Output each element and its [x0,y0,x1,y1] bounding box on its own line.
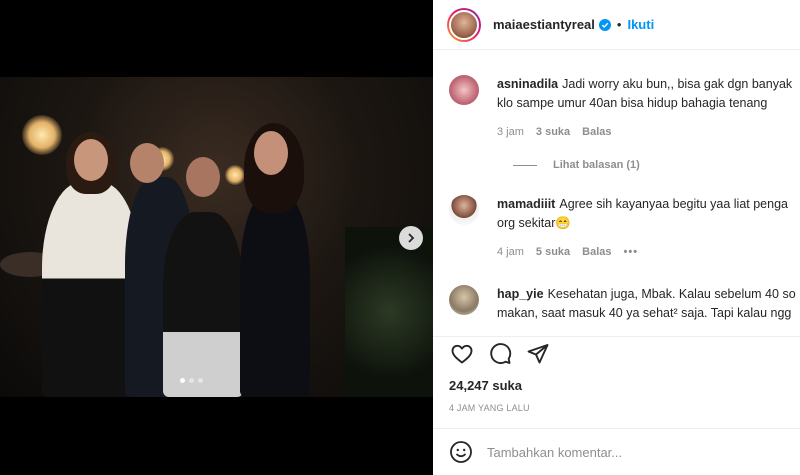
replies-divider [513,164,537,166]
comment-meta: 4 jam 5 suka Balas ••• [497,246,638,258]
author-avatar[interactable] [447,7,481,42]
comment-line: Jadi worry aku bun,, bisa gak dgn banyak [562,77,793,91]
comment-text: mamadiiit Agree sih kayanyaa begitu yaa l… [497,195,800,233]
post-header: maiaestiantyreal • Ikuti [433,0,800,50]
like-button[interactable] [449,341,475,367]
plant [345,227,433,397]
author-username[interactable]: maiaestiantyreal [493,17,595,32]
comment-time[interactable]: 4 jam [497,246,524,258]
verified-badge-icon [598,18,611,31]
action-icons [449,341,551,367]
header-separator: • [616,17,622,32]
emoji-icon[interactable] [449,440,473,464]
comment-meta: 3 jam 3 suka Balas [497,126,612,138]
commenter-avatar[interactable] [449,195,479,225]
comment-username[interactable]: mamadiiit [497,197,555,211]
person [240,192,310,397]
background-lamp [22,115,62,155]
person [163,212,243,397]
comment-line: klo sampe umur 40an bisa hidup bahagia t… [497,96,768,110]
chevron-right-icon [408,233,415,243]
person-head [186,157,220,197]
likes-count[interactable]: 24,247 suka [449,378,522,393]
comment-line: Kesehatan juga, Mbak. Kalau sebelum 40 s… [547,287,796,301]
heart-icon [451,344,473,364]
commenter-avatar[interactable] [449,285,479,315]
comment-input[interactable] [487,444,767,460]
comment-text: hap_yie Kesehatan juga, Mbak. Kalau sebel… [497,285,800,323]
post-actions: 24,247 suka 4 JAM YANG LALU [433,336,800,426]
add-comment-bar [433,428,800,475]
comment-text: asninadila Jadi worry aku bun,, bisa gak … [497,75,800,113]
person-head [130,143,164,183]
comment-line: makan, saat masuk 40 ya sehat² saja. Tap… [497,306,792,320]
carousel-dot[interactable] [189,378,194,383]
next-slide-button[interactable] [399,226,423,250]
media-pane [0,0,433,475]
follow-button[interactable]: Ikuti [627,17,654,32]
comment-line: Agree sih kayanyaa begitu yaa liat penga [559,197,788,211]
carousel-dot[interactable] [198,378,203,383]
share-button[interactable] [525,341,551,367]
post-timestamp: 4 JAM YANG LALU [449,403,530,413]
carousel-dots [180,378,203,383]
comment-icon [490,343,512,364]
person-head [254,131,288,175]
more-options-icon[interactable]: ••• [624,246,639,258]
post-photo[interactable] [0,77,433,397]
comment-username[interactable]: hap_yie [497,287,544,301]
view-replies-label: Lihat balasan (1) [553,159,640,171]
comment-line: org sekitar😁 [497,216,571,230]
comment-time[interactable]: 3 jam [497,126,524,138]
carousel-dot[interactable] [180,378,185,383]
view-replies-button[interactable]: Lihat balasan (1) [513,159,640,171]
reply-button[interactable]: Balas [582,246,611,258]
person-head [74,139,108,181]
background-lamp [225,165,245,185]
comment-likes[interactable]: 3 suka [536,126,570,138]
commenter-avatar[interactable] [449,75,479,105]
comment-button[interactable] [487,341,513,367]
comment-likes[interactable]: 5 suka [536,246,570,258]
post-panel: maiaestiantyreal • Ikuti asninadila Jadi … [433,0,800,475]
reply-button[interactable]: Balas [582,126,611,138]
comment-username[interactable]: asninadila [497,77,558,91]
share-icon [527,344,549,364]
comments-list[interactable]: asninadila Jadi worry aku bun,, bisa gak … [433,51,800,335]
